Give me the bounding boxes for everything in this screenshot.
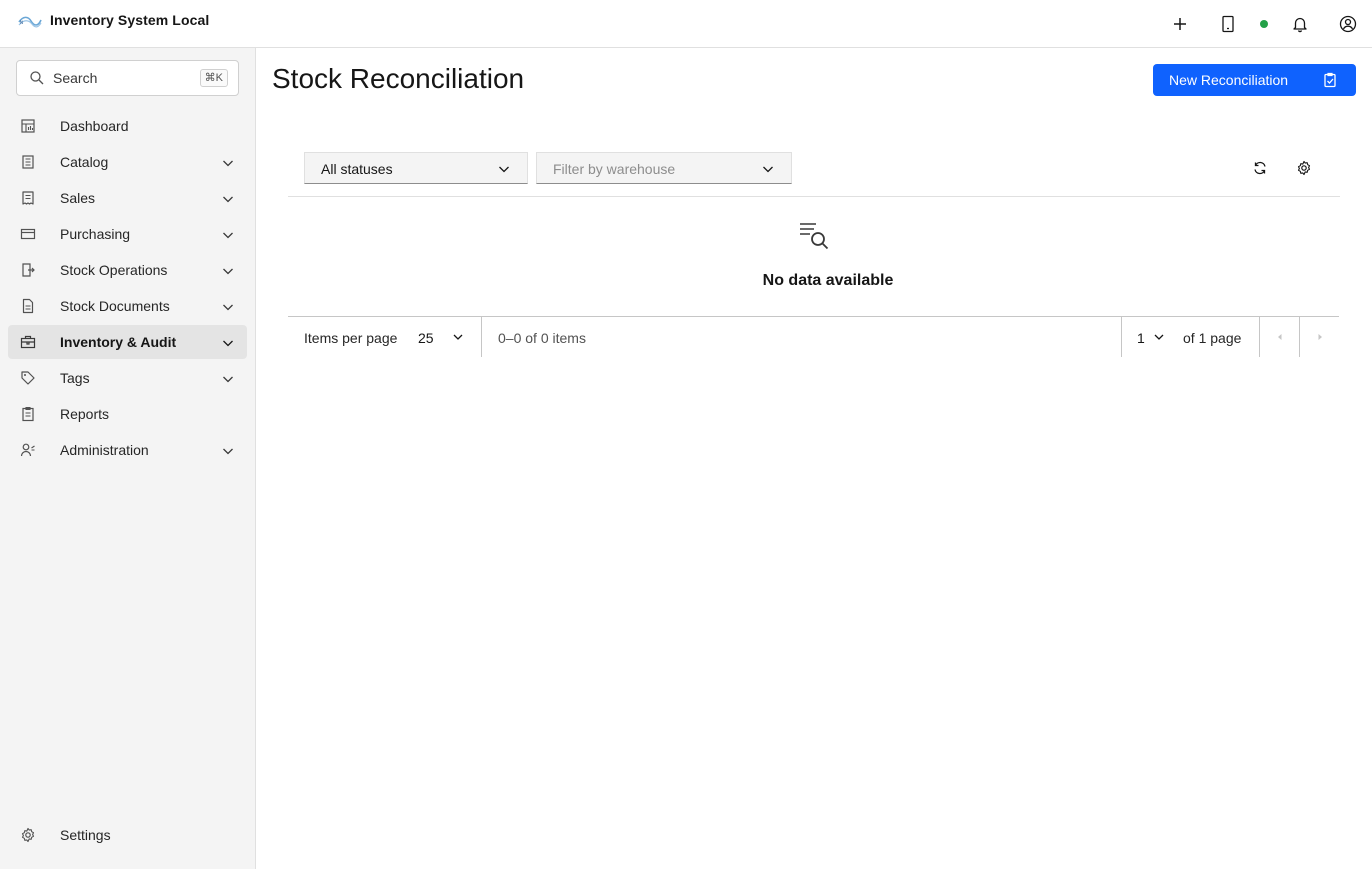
current-page-select[interactable]: 1: [1137, 330, 1145, 346]
status-indicator: [1260, 20, 1268, 28]
sidebar-item-label: Dashboard: [60, 118, 129, 134]
user-menu-button[interactable]: [1332, 8, 1364, 40]
tablet-icon: [1222, 15, 1234, 33]
notifications-button[interactable]: [1284, 8, 1316, 40]
sidebar-item-purchasing[interactable]: Purchasing: [8, 217, 247, 251]
add-icon: [1174, 18, 1186, 30]
search-icon: [30, 71, 44, 85]
user-admin-icon: [20, 443, 35, 457]
warehouse-filter-placeholder: Filter by warehouse: [553, 161, 676, 177]
notification-icon: [1293, 17, 1307, 33]
search-input[interactable]: Search ⌘K: [16, 60, 239, 96]
sidebar-item-tags[interactable]: Tags: [8, 361, 247, 395]
caret-right-icon: [1318, 334, 1322, 340]
refresh-button[interactable]: [1244, 152, 1276, 184]
clipboard-check-icon: [1324, 72, 1336, 88]
page-title: Stock Reconciliation: [272, 63, 525, 94]
report-icon: [22, 406, 34, 422]
total-pages: of 1 page: [1183, 330, 1242, 346]
pagination-divider: [1121, 317, 1122, 357]
sidebar-item-label: Reports: [60, 406, 110, 422]
gear-icon: [1297, 160, 1311, 176]
next-page-button[interactable]: [1300, 317, 1340, 357]
logo-icon: N: [18, 16, 42, 28]
no-data-search-icon: [800, 223, 829, 250]
sidebar-item-sales[interactable]: Sales: [8, 181, 247, 215]
caret-left-icon: [1278, 334, 1282, 340]
tag-icon: [21, 371, 35, 385]
tablet-button[interactable]: [1212, 8, 1244, 40]
chevron-down-icon: [453, 334, 463, 340]
new-reconciliation-button[interactable]: New Reconciliation: [1153, 64, 1356, 96]
audit-icon: [20, 335, 36, 349]
warehouse-filter-select[interactable]: Filter by warehouse: [536, 152, 792, 184]
chevron-down-icon: [223, 304, 233, 311]
settings-label: Settings: [60, 827, 111, 843]
add-button[interactable]: [1164, 8, 1196, 40]
credit-card-icon: [20, 228, 36, 240]
empty-state-text: No data available: [0, 272, 1372, 290]
gear-icon: [21, 827, 35, 843]
catalog-icon: [22, 155, 34, 169]
table-divider: [288, 196, 1340, 197]
sidebar-item-label: Catalog: [60, 154, 109, 170]
items-range: 0–0 of 0 items: [498, 330, 586, 346]
sidebar-item-administration[interactable]: Administration: [8, 433, 247, 467]
chevron-down-icon: [223, 232, 233, 239]
chevron-down-icon: [1154, 334, 1164, 340]
new-reconciliation-label: New Reconciliation: [1169, 72, 1289, 88]
chevron-down-icon: [499, 166, 509, 173]
user-avatar-icon: [1339, 15, 1357, 33]
previous-page-button[interactable]: [1260, 317, 1300, 357]
sidebar-item-label: Sales: [60, 190, 96, 206]
sidebar-item-reports[interactable]: Reports: [8, 397, 247, 431]
page-size-select[interactable]: 25: [418, 330, 434, 346]
sidebar-item-dashboard[interactable]: Dashboard: [8, 109, 247, 143]
sidebar-item-label: Purchasing: [60, 226, 131, 242]
receipt-icon: [22, 191, 34, 205]
chevron-down-icon: [223, 340, 233, 347]
svg-text:N: N: [20, 20, 23, 25]
chevron-down-icon: [223, 448, 233, 455]
status-filter-select[interactable]: All statuses: [304, 152, 528, 184]
top-header: N Inventory System Local: [0, 0, 1372, 48]
chevron-down-icon: [223, 196, 233, 203]
chevron-down-icon: [223, 160, 233, 167]
search-shortcut: ⌘K: [199, 69, 228, 87]
dashboard-icon: [21, 119, 35, 133]
pagination-divider: [481, 317, 482, 357]
sidebar-item-inventory-audit[interactable]: Inventory & Audit: [8, 325, 247, 359]
sidebar-item-catalog[interactable]: Catalog: [8, 145, 247, 179]
chevron-down-icon: [763, 166, 773, 173]
empty-state-label: No data available: [762, 272, 894, 289]
sidebar-item-label: Administration: [60, 442, 149, 458]
refresh-icon: [1254, 161, 1266, 175]
status-filter-value: All statuses: [321, 161, 393, 177]
search-placeholder: Search: [53, 70, 98, 86]
sidebar-item-label: Stock Documents: [60, 298, 170, 314]
chevron-down-icon: [223, 376, 233, 383]
table-settings-button[interactable]: [1288, 152, 1320, 184]
pagination: Items per page 25 0–0 of 0 items 1 of 1 …: [288, 316, 1340, 357]
app-title: Inventory System Local: [50, 12, 210, 28]
document-icon: [22, 298, 34, 314]
sidebar-item-stock-documents[interactable]: Stock Documents: [8, 289, 247, 323]
sidebar-item-label: Tags: [60, 370, 90, 386]
sidebar: Search ⌘K Dashboard Catalog Sales Purcha…: [0, 48, 256, 869]
sidebar-item-label: Inventory & Audit: [60, 334, 177, 350]
items-per-page-label: Items per page: [304, 330, 398, 346]
sidebar-item-settings[interactable]: Settings: [8, 818, 247, 852]
